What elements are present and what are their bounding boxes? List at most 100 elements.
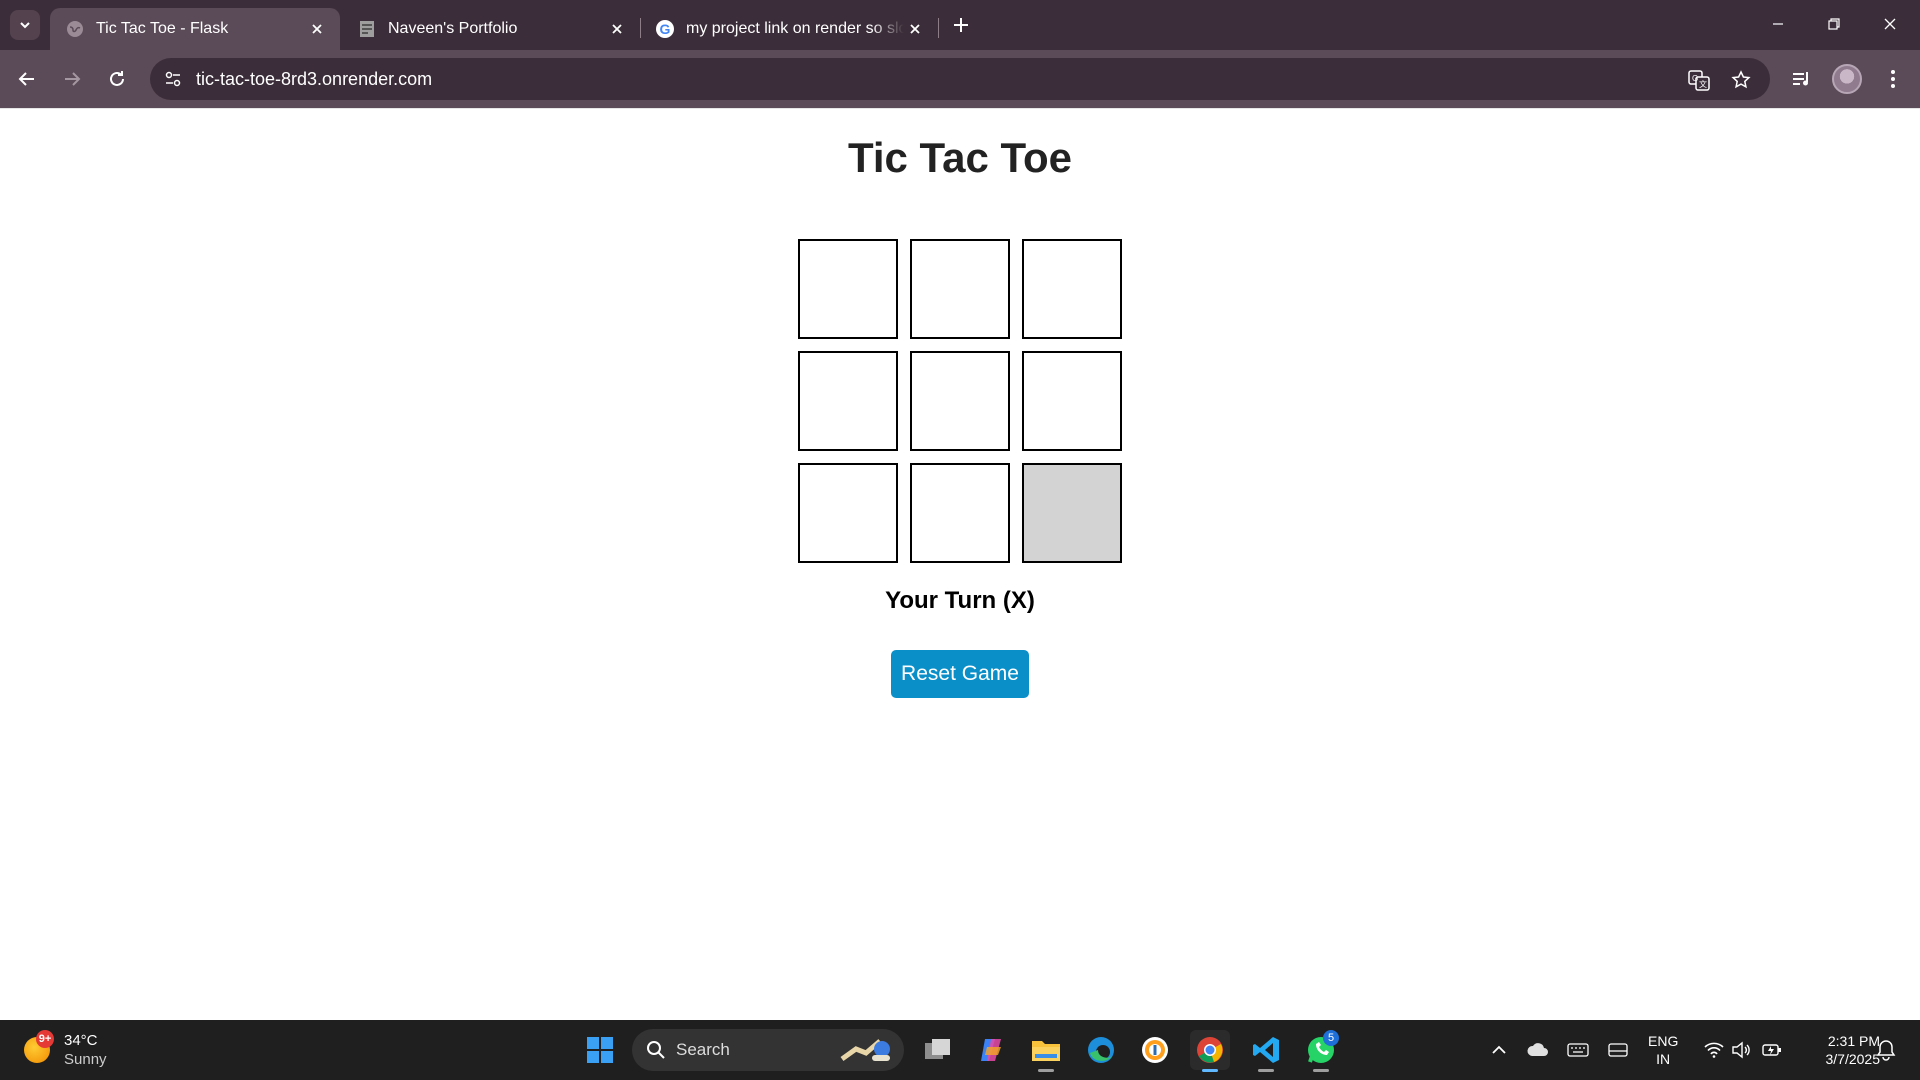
svg-text:G: G [1692,74,1698,83]
board-cell[interactable] [910,239,1010,339]
turn-status: Your Turn (X) [885,587,1035,614]
show-hidden-icons-button[interactable] [1485,1034,1513,1066]
minimize-button[interactable] [1758,8,1798,40]
battery-icon[interactable] [1758,1034,1786,1066]
more-vertical-icon [1891,70,1895,88]
close-window-button[interactable] [1870,8,1910,40]
board-cell[interactable] [798,351,898,451]
media-queue-icon [1793,72,1808,86]
board-cell[interactable] [1022,239,1122,339]
windows-logo-icon [587,1037,613,1063]
weather-temperature: 34°C [64,1032,98,1049]
sun-icon: 9+ [24,1030,54,1063]
clock-date: 3/7/2025 [1825,1051,1881,1067]
volume-icon[interactable] [1728,1034,1756,1066]
reload-icon [110,71,124,86]
notification-badge: 5 [1323,1030,1339,1046]
url-text: tic-tac-toe-8rd3.onrender.com [196,69,433,89]
folder-icon [1032,1041,1060,1061]
profile-button[interactable] [1830,62,1864,96]
edge-browser-icon [1088,1037,1114,1063]
search-icon [647,1041,665,1059]
tab-tic-tac-toe[interactable]: Tic Tac Toe - Flask [50,8,340,50]
whatsapp-button[interactable]: 5 [1301,1030,1341,1072]
reset-game-button[interactable]: Reset Game [891,650,1029,698]
page-title: Tic Tac Toe [847,134,1073,181]
keyboard-icon[interactable] [1564,1034,1592,1066]
board-cell[interactable] [910,463,1010,563]
region-code: IN [1656,1051,1671,1067]
vscode-button[interactable] [1246,1030,1286,1072]
notification-badge: 9+ [36,1030,54,1048]
reload-button[interactable] [100,62,134,96]
bookmark-star-icon[interactable] [1728,67,1754,93]
task-view-icon [925,1039,950,1059]
chrome-button[interactable] [1190,1030,1230,1072]
tab-title: Naveen's Portfolio [388,20,518,37]
wifi-icon[interactable] [1700,1034,1728,1066]
tab-title: my project link on render so slo [686,20,904,37]
chevron-up-icon [1492,1045,1506,1054]
system-clock[interactable]: 2:31 PM 3/7/2025 [1800,1032,1881,1068]
shield-app-icon [1142,1037,1168,1063]
forward-button[interactable] [55,62,89,96]
onedrive-icon[interactable] [1524,1034,1552,1066]
notifications-button[interactable] [1872,1034,1900,1066]
tab-naveens-portfolio[interactable]: Naveen's Portfolio [342,8,640,50]
weather-condition: Sunny [64,1051,107,1068]
tab-google-search[interactable]: G my project link on render so slo [640,8,938,50]
google-icon: G [656,20,674,38]
globe-icon [66,20,84,38]
windows-taskbar: 9+ 34°C Sunny Search 5 ENG IN 2:31 PM 3/… [0,1020,1920,1080]
restore-button[interactable] [1814,8,1854,40]
close-icon[interactable] [606,18,628,40]
restore-icon [1828,18,1840,30]
copilot-button[interactable] [972,1030,1012,1070]
tab-search-button[interactable] [10,10,40,40]
unknown-app-button[interactable] [1135,1030,1175,1070]
bell-icon [1876,1040,1896,1061]
board-cell[interactable] [798,463,898,563]
address-bar[interactable]: tic-tac-toe-8rd3.onrender.com G文 [150,58,1770,100]
translate-icon[interactable]: G文 [1686,67,1712,93]
file-explorer-button[interactable] [1026,1030,1066,1072]
board-cell[interactable] [910,351,1010,451]
new-tab-button[interactable] [948,12,974,38]
edge-button[interactable] [1081,1030,1121,1070]
taskbar-search[interactable]: Search [632,1029,904,1071]
tab-separator [938,18,939,38]
search-placeholder: Search [676,1040,730,1059]
close-icon [1884,18,1896,30]
back-button[interactable] [10,62,44,96]
page-thumbnail-icon [358,20,376,38]
arrow-left-icon [18,72,34,86]
web-page: Tic Tac Toe Your Turn (X) Reset Game [0,108,1920,1021]
copilot-icon [981,1039,1001,1061]
minimize-icon [1773,23,1783,25]
tab-title: Tic Tac Toe - Flask [96,20,229,37]
board-cell[interactable] [1022,463,1122,563]
avatar [1832,64,1862,94]
chrome-icon [1197,1037,1223,1063]
arrow-right-icon [65,72,81,86]
close-icon[interactable] [306,18,328,40]
input-language-indicator[interactable]: ENG IN [1648,1032,1678,1068]
plus-icon [954,18,968,32]
browser-toolbar: tic-tac-toe-8rd3.onrender.com G文 [0,50,1920,108]
weather-widget[interactable]: 9+ 34°C Sunny [24,1030,107,1070]
search-highlight-icon [840,1039,890,1062]
language-code: ENG [1648,1033,1679,1049]
browser-tab-strip: Tic Tac Toe - Flask Naveen's Portfolio G… [0,0,1920,50]
board-cell[interactable] [1022,351,1122,451]
media-control-button[interactable] [1785,62,1819,96]
svg-text:G: G [660,21,671,37]
game-board [798,239,1122,563]
board-cell[interactable] [798,239,898,339]
site-settings-icon[interactable] [160,66,186,92]
close-icon[interactable] [904,18,926,40]
vscode-icon [1253,1037,1279,1063]
task-view-button[interactable] [918,1030,958,1070]
browser-menu-button[interactable] [1876,62,1910,96]
battery-saver-icon[interactable] [1604,1034,1632,1066]
start-button[interactable] [580,1030,620,1070]
